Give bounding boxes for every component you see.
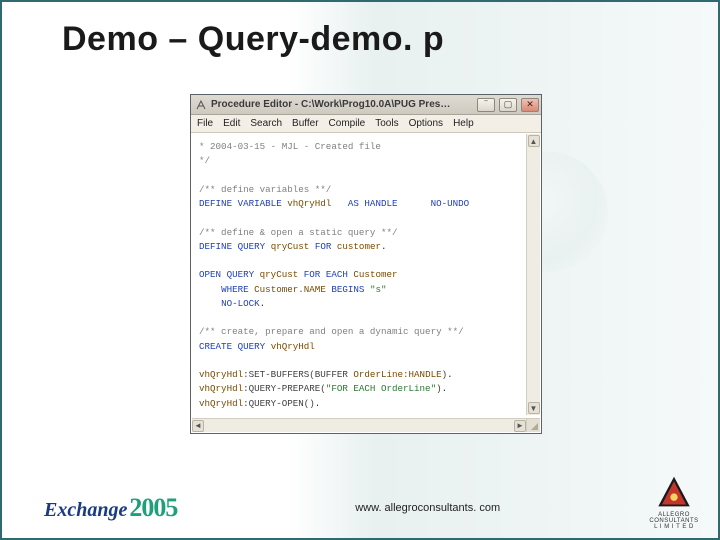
code-tok: vhQryHdl: [271, 341, 315, 352]
menu-search[interactable]: Search: [250, 118, 282, 129]
code-tok: BEGINS: [331, 284, 364, 295]
code-tok: vhQryHdl: [287, 198, 331, 209]
footer-url: www. allegroconsultants. com: [177, 502, 718, 514]
scroll-down-icon[interactable]: ▼: [528, 402, 540, 414]
scroll-left-icon[interactable]: ◄: [192, 420, 204, 432]
code-line: * 2004-03-15 - MJL - Created file: [199, 141, 381, 152]
code-line: /** define variables **/: [199, 184, 331, 195]
code-tok: Customer.NAME: [254, 284, 326, 295]
code-line: /** define & open a static query **/: [199, 227, 397, 238]
resize-grip-icon[interactable]: [526, 418, 540, 432]
code-tok: NO-UNDO: [431, 198, 470, 209]
code-tok: :QUERY-PREPARE(: [243, 383, 326, 394]
horizontal-scrollbar[interactable]: ◄ ►: [192, 418, 526, 432]
code-tok: "FOR EACH OrderLine": [326, 383, 436, 394]
code-tok: Customer: [353, 269, 397, 280]
vertical-scrollbar[interactable]: ▲ ▼: [526, 134, 540, 415]
slide-title: Demo – Query-demo. p: [2, 2, 718, 59]
code-tok: ): [436, 383, 442, 394]
code-tok: ): [442, 369, 448, 380]
allegro-logo-icon: [653, 474, 695, 511]
code-tok: AS HANDLE: [348, 198, 398, 209]
code-tok: DEFINE VARIABLE: [199, 198, 282, 209]
code-tok: WHERE: [221, 284, 249, 295]
menu-buffer[interactable]: Buffer: [292, 118, 319, 129]
code-tok: qryCust: [260, 269, 299, 280]
window-titlebar[interactable]: Procedure Editor - C:\Work\Prog10.0A\PUG…: [191, 95, 541, 115]
menu-help[interactable]: Help: [453, 118, 474, 129]
code-tok: DEFINE QUERY: [199, 241, 265, 252]
code-tok: :SET-BUFFERS(BUFFER: [243, 369, 348, 380]
code-tok: OPEN QUERY: [199, 269, 254, 280]
editor-window: Procedure Editor - C:\Work\Prog10.0A\PUG…: [190, 94, 542, 434]
maximize-button[interactable]: ▢: [499, 98, 517, 112]
code-tok: CREATE QUERY: [199, 341, 265, 352]
code-tok: vhQryHdl: [199, 398, 243, 409]
logo-text: Exchange: [44, 499, 127, 522]
menubar: File Edit Search Buffer Compile Tools Op…: [191, 115, 541, 133]
menu-compile[interactable]: Compile: [329, 118, 366, 129]
menu-file[interactable]: File: [197, 118, 213, 129]
code-tok: "s": [370, 284, 387, 295]
code-tok: vhQryHdl: [199, 383, 243, 394]
menu-tools[interactable]: Tools: [375, 118, 398, 129]
code-tok: vhQryHdl: [199, 369, 243, 380]
scroll-up-icon[interactable]: ▲: [528, 135, 540, 147]
code-tok: FOR: [315, 241, 332, 252]
code-editor[interactable]: * 2004-03-15 - MJL - Created file */ /**…: [191, 133, 541, 433]
code-line: */: [199, 155, 210, 166]
logo-caption: ALLEGRO CONSULTANTS L I M I T E D: [649, 512, 698, 530]
logo-year: 2005: [129, 493, 177, 523]
exchange-2005-logo: Exchange2005: [44, 493, 177, 523]
code-tok: FOR EACH: [304, 269, 348, 280]
menu-edit[interactable]: Edit: [223, 118, 240, 129]
app-icon: [195, 99, 207, 111]
code-tok: :QUERY-OPEN(): [243, 398, 315, 409]
allegro-logo: ALLEGRO CONSULTANTS L I M I T E D: [650, 474, 698, 530]
window-title: Procedure Editor - C:\Work\Prog10.0A\PUG…: [211, 99, 473, 110]
close-button[interactable]: ✕: [521, 98, 539, 112]
code-line: /** create, prepare and open a dynamic q…: [199, 326, 464, 337]
scroll-right-icon[interactable]: ►: [514, 420, 526, 432]
slide: Demo – Query-demo. p Procedure Editor - …: [0, 0, 720, 540]
menu-options[interactable]: Options: [409, 118, 443, 129]
code-tok: qryCust: [271, 241, 310, 252]
code-tok: NO-LOCK: [221, 298, 260, 309]
footer: Exchange2005 www. allegroconsultants. co…: [2, 478, 718, 538]
minimize-button[interactable]: ‾: [477, 98, 495, 112]
code-tok: customer: [337, 241, 381, 252]
code-tok: OrderLine:HANDLE: [353, 369, 441, 380]
